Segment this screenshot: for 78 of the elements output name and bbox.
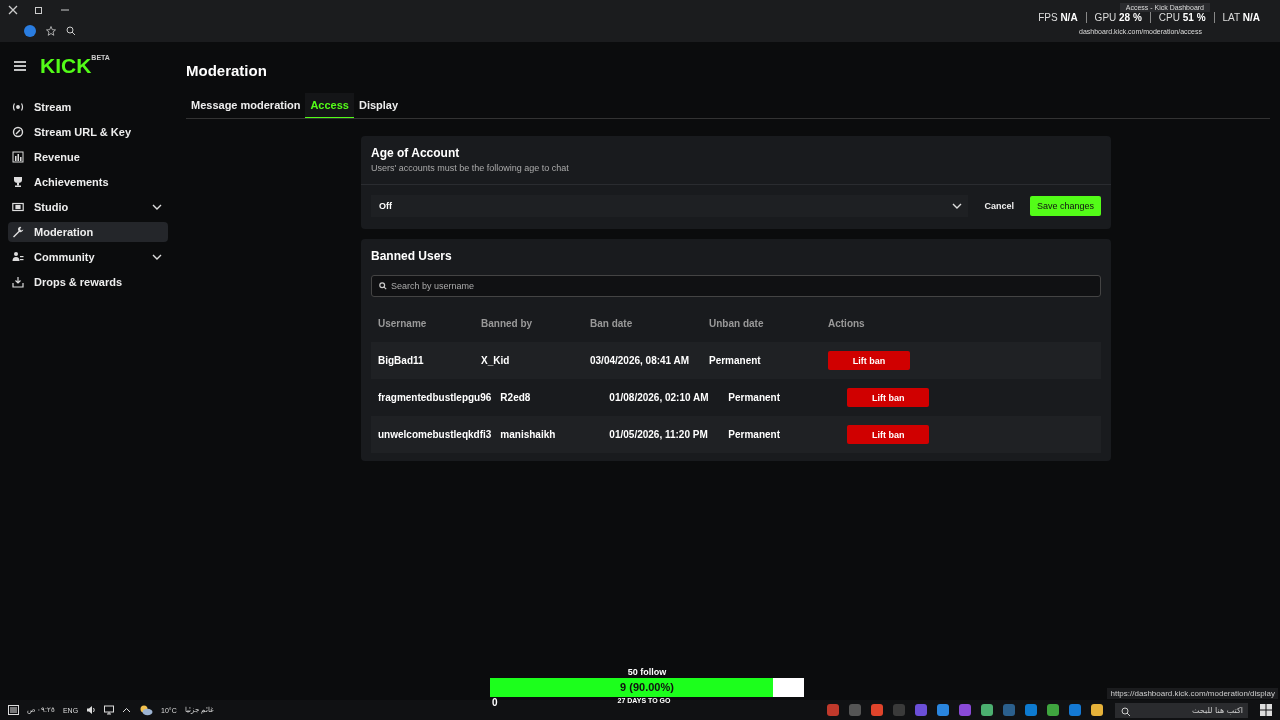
section-description: Users' accounts must be the following age to chat bbox=[371, 163, 570, 173]
column-header: Unban date bbox=[709, 317, 765, 329]
taskbar-app-icon[interactable] bbox=[1047, 704, 1059, 716]
table-cell-text: 01/05/2026, 11:20 PM bbox=[609, 429, 709, 440]
restore-icon[interactable] bbox=[34, 5, 44, 15]
goal-start: 0 bbox=[491, 697, 498, 708]
sidebar-item[interactable]: Community bbox=[8, 247, 168, 267]
sidebar-item[interactable]: Achievements bbox=[8, 172, 168, 192]
column-header: Actions bbox=[828, 317, 865, 329]
sidebar-item[interactable]: Drops & rewards bbox=[8, 272, 168, 292]
tab[interactable]: Access bbox=[305, 93, 354, 118]
table-cell: fragmentedbustlepgu96 bbox=[378, 392, 492, 403]
sidebar-item[interactable]: Stream bbox=[8, 97, 168, 117]
search-icon bbox=[1121, 706, 1131, 717]
save-button[interactable]: Save changes bbox=[1029, 196, 1101, 216]
sidebar-item[interactable]: Revenue bbox=[8, 147, 168, 167]
taskbar-app-icon[interactable] bbox=[981, 704, 993, 716]
table-cell-text: X_Kid bbox=[481, 355, 511, 366]
taskbar-app-icon[interactable] bbox=[937, 704, 949, 716]
goal-title: 50 follow bbox=[627, 667, 667, 677]
page-title: Moderation bbox=[186, 62, 268, 79]
table-cell-text: manishaikh bbox=[500, 429, 557, 440]
link-preview: https://dashboard.kick.com/moderation/display bbox=[1107, 688, 1278, 699]
table-cell-text: BigBad11 bbox=[378, 355, 425, 366]
tab[interactable]: Message moderation bbox=[186, 93, 306, 118]
column-header: Ban date bbox=[590, 317, 634, 329]
star-icon[interactable] bbox=[46, 26, 56, 36]
taskbar-app-icon[interactable] bbox=[871, 704, 883, 716]
bar-chart-icon bbox=[12, 151, 24, 163]
search-icon bbox=[379, 282, 387, 290]
taskbar-app-icon[interactable] bbox=[1069, 704, 1081, 716]
speaker-icon[interactable] bbox=[86, 705, 97, 715]
monitor-icon[interactable] bbox=[104, 705, 115, 715]
sidebar-item[interactable]: Studio bbox=[8, 197, 168, 217]
table-cell-text: Permanent bbox=[728, 429, 782, 440]
download-icon bbox=[12, 276, 24, 288]
kick-logo[interactable]: KICK$^{BETA}$ bbox=[40, 54, 110, 78]
table-cell-text: Permanent bbox=[728, 392, 782, 403]
taskbar-app-icon[interactable] bbox=[959, 704, 971, 716]
sidebar-item[interactable]: Stream URL & Key bbox=[8, 122, 168, 142]
section-title: Banned Users bbox=[370, 248, 453, 265]
table-cell-text: R2ed8 bbox=[500, 392, 532, 403]
section-title: Age of Account bbox=[371, 146, 461, 160]
close-icon[interactable] bbox=[8, 5, 18, 15]
lift-ban-button[interactable]: Lift ban bbox=[847, 425, 930, 444]
link-icon bbox=[12, 126, 24, 138]
table-cell-text: 01/08/2026, 02:10 AM bbox=[609, 392, 710, 403]
taskbar-app-icon[interactable] bbox=[1025, 704, 1037, 716]
wrench-icon bbox=[12, 226, 24, 238]
film-icon bbox=[12, 201, 24, 213]
goal-progress-text: 9 (90.00%) bbox=[619, 681, 675, 693]
trophy-icon bbox=[12, 176, 24, 188]
sidebar-item[interactable]: Moderation bbox=[8, 222, 168, 242]
table-cell-text: 03/04/2026, 08:41 AM bbox=[590, 355, 691, 366]
column-header: Banned by bbox=[481, 317, 534, 329]
overlay-stat: FPS N/A bbox=[1038, 11, 1078, 23]
table-cell: unwelcomebustleqkdfi3 bbox=[378, 429, 492, 440]
notification-icon[interactable] bbox=[8, 705, 19, 715]
people-icon bbox=[12, 251, 24, 263]
overlay-stat: LAT N/A bbox=[1213, 11, 1260, 23]
windows-start-icon[interactable] bbox=[1260, 704, 1272, 716]
search-field[interactable]: Search by username bbox=[371, 275, 1101, 297]
column-header: Username bbox=[378, 317, 428, 329]
lift-ban-button[interactable]: Lift ban bbox=[847, 388, 930, 407]
age-dropdown[interactable]: Off bbox=[371, 195, 969, 217]
broadcast-icon bbox=[12, 101, 24, 113]
chevron-down-icon bbox=[952, 203, 963, 209]
taskbar-app-icon[interactable] bbox=[1091, 704, 1103, 716]
tab[interactable]: Display bbox=[353, 93, 404, 118]
taskbar-search-field[interactable]: اكتب هنا للبحث bbox=[1115, 702, 1248, 718]
table-cell-text: Permanent bbox=[709, 355, 762, 366]
cancel-button[interactable]: Cancel bbox=[976, 196, 1022, 216]
profile-icon[interactable] bbox=[24, 25, 36, 37]
menu-icon[interactable] bbox=[14, 61, 26, 71]
chevron-up-icon[interactable] bbox=[122, 707, 132, 713]
weather-icon[interactable] bbox=[139, 704, 154, 716]
search-icon[interactable] bbox=[66, 26, 76, 36]
lift-ban-button[interactable]: Lift ban bbox=[828, 351, 910, 370]
